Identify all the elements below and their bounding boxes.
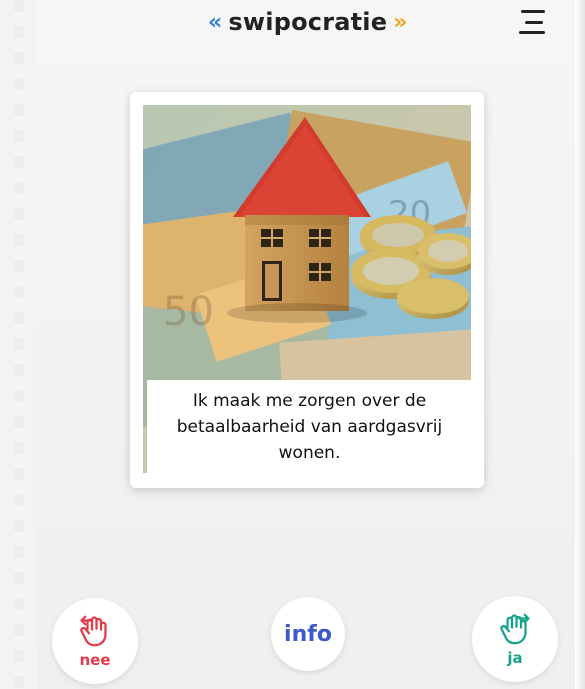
app-screen: « swipocratie » 50 20 Ik maak me zorgen … xyxy=(38,0,575,689)
statement-image: 50 20 10 xyxy=(143,105,471,473)
yes-button[interactable]: ja xyxy=(472,596,558,682)
info-button[interactable]: info xyxy=(271,597,345,671)
yes-label: ja xyxy=(507,649,523,667)
hand-swipe-right-icon xyxy=(500,613,530,645)
menu-bar-top xyxy=(521,10,545,13)
menu-icon[interactable] xyxy=(519,10,547,34)
decorative-strip-pattern xyxy=(14,0,24,689)
left-side-strip xyxy=(0,0,39,689)
brand-logo: « swipocratie » xyxy=(208,8,408,36)
svg-text:50: 50 xyxy=(163,289,214,335)
info-label: info xyxy=(284,621,332,647)
hand-swipe-left-icon xyxy=(80,615,107,647)
brand-left-quote: « xyxy=(208,9,223,35)
statement-text-box: Ik maak me zorgen over de betaalbaarheid… xyxy=(147,380,471,473)
statement-card[interactable]: 50 20 10 xyxy=(130,92,484,488)
brand-right-quote: » xyxy=(393,9,408,35)
header: « swipocratie » xyxy=(38,0,575,42)
statement-text: Ik maak me zorgen over de betaalbaarheid… xyxy=(176,390,443,463)
brand-name: swipocratie xyxy=(228,8,388,36)
no-label: nee xyxy=(79,651,111,669)
right-edge-shadow xyxy=(575,0,585,689)
menu-bar-bottom xyxy=(519,31,545,34)
menu-bar-middle xyxy=(525,20,543,24)
no-button[interactable]: nee xyxy=(52,598,138,684)
